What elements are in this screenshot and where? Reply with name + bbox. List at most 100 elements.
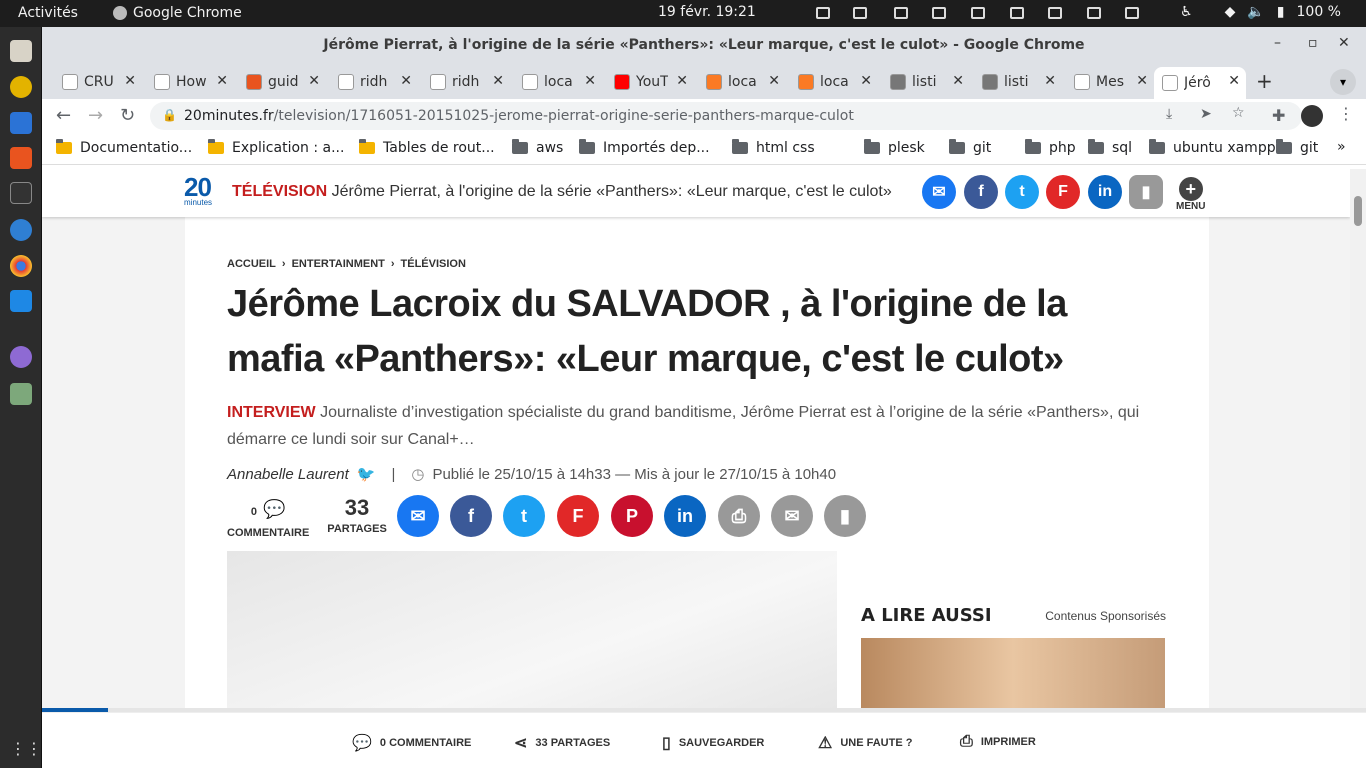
rhythmbox-icon[interactable] bbox=[10, 76, 32, 98]
wifi-icon[interactable]: ◆ bbox=[1225, 4, 1236, 20]
comments-counter[interactable]: 0 💬 COMMENTAIRE bbox=[227, 497, 309, 541]
linkedin-share-icon[interactable]: in bbox=[1088, 175, 1122, 209]
tab-7[interactable]: loca ✕ bbox=[698, 67, 786, 97]
facebook-share-icon[interactable]: f bbox=[450, 495, 492, 537]
tab-11[interactable]: Mes ✕ bbox=[1066, 67, 1154, 97]
close-window-button[interactable]: ✕ bbox=[1338, 35, 1350, 51]
tab-9[interactable]: listi ✕ bbox=[882, 67, 970, 97]
menu-button[interactable]: + MENU bbox=[1176, 177, 1205, 212]
flipboard-share-icon[interactable]: F bbox=[1046, 175, 1080, 209]
close-tab-icon[interactable]: ✕ bbox=[1044, 73, 1056, 89]
bookmark-item[interactable]: sql bbox=[1088, 139, 1132, 156]
bottom-save-button[interactable]: ▯ SAUVEGARDER bbox=[662, 733, 764, 753]
tray-window-icon[interactable] bbox=[971, 7, 985, 19]
tray-window-icon[interactable] bbox=[816, 7, 830, 19]
address-bar[interactable]: 🔒 20minutes.fr/television/1716051-201510… bbox=[150, 102, 1302, 130]
scrollbar-thumb[interactable] bbox=[1354, 196, 1362, 226]
tab-6[interactable]: YouT ✕ bbox=[606, 67, 694, 97]
sponsored-label[interactable]: Contenus Sponsorisés bbox=[1045, 609, 1166, 623]
close-tab-icon[interactable]: ✕ bbox=[308, 73, 320, 89]
terminal-icon[interactable] bbox=[10, 182, 32, 204]
app-icon[interactable] bbox=[10, 346, 32, 368]
clock[interactable]: 19 févr. 19:21 bbox=[658, 4, 756, 20]
tray-window-icon[interactable] bbox=[853, 7, 867, 19]
forward-button[interactable]: → bbox=[88, 105, 103, 126]
close-tab-icon[interactable]: ✕ bbox=[1228, 73, 1240, 89]
breadcrumb-television[interactable]: TÉLÉVISION bbox=[401, 258, 466, 270]
volume-icon[interactable]: 🔈 bbox=[1247, 4, 1264, 20]
bottom-report-error-button[interactable]: ⚠ UNE FAUTE ? bbox=[818, 733, 912, 753]
bookmark-item[interactable]: aws bbox=[512, 139, 563, 156]
minimize-button[interactable]: – bbox=[1274, 35, 1281, 51]
send-icon[interactable]: ➤ bbox=[1200, 106, 1212, 122]
twitter-author-icon[interactable]: 🐦 bbox=[357, 465, 376, 483]
software-icon[interactable] bbox=[10, 147, 32, 169]
tray-window-icon[interactable] bbox=[1087, 7, 1101, 19]
close-tab-icon[interactable]: ✕ bbox=[492, 73, 504, 89]
print-icon[interactable]: ⎙ bbox=[718, 495, 760, 537]
chrome-menu-icon[interactable]: ⋮ bbox=[1338, 104, 1354, 123]
bookmark-item[interactable]: Explication : a... bbox=[208, 139, 344, 156]
twitter-share-icon[interactable]: t bbox=[1005, 175, 1039, 209]
bookmark-item[interactable]: Documentatio... bbox=[56, 139, 192, 156]
reload-button[interactable]: ↻ bbox=[120, 105, 135, 126]
site-logo[interactable]: 20 minutes bbox=[184, 174, 212, 207]
close-tab-icon[interactable]: ✕ bbox=[584, 73, 596, 89]
close-tab-icon[interactable]: ✕ bbox=[216, 73, 228, 89]
page-scrollbar[interactable] bbox=[1350, 169, 1366, 768]
active-app-menu[interactable]: Google Chrome bbox=[113, 5, 242, 21]
tab-5[interactable]: loca ✕ bbox=[514, 67, 602, 97]
back-button[interactable]: ← bbox=[56, 105, 71, 126]
related-thumbnail[interactable] bbox=[861, 638, 1165, 708]
tab-10[interactable]: listi ✕ bbox=[974, 67, 1062, 97]
bookmark-star-icon[interactable]: ☆ bbox=[1232, 105, 1245, 121]
battery-icon[interactable]: ▮ bbox=[1277, 4, 1285, 20]
chrome-dock-icon[interactable] bbox=[10, 255, 32, 277]
facebook-share-icon[interactable]: f bbox=[964, 175, 998, 209]
new-tab-button[interactable]: + bbox=[1256, 69, 1273, 93]
messenger-share-icon[interactable]: ✉ bbox=[397, 495, 439, 537]
breadcrumb-home[interactable]: ACCUEIL bbox=[227, 258, 276, 270]
tray-window-icon[interactable] bbox=[1048, 7, 1062, 19]
tab-12[interactable]: Jérô ✕ bbox=[1154, 67, 1246, 99]
bottom-comments-button[interactable]: 💬 0 COMMENTAIRE bbox=[352, 733, 471, 753]
close-tab-icon[interactable]: ✕ bbox=[124, 73, 136, 89]
breadcrumb-entertainment[interactable]: ENTERTAINMENT bbox=[292, 258, 385, 270]
messenger-share-icon[interactable]: ✉ bbox=[922, 175, 956, 209]
tab-8[interactable]: loca ✕ bbox=[790, 67, 878, 97]
close-tab-icon[interactable]: ✕ bbox=[952, 73, 964, 89]
bookmark-item[interactable]: html css bbox=[732, 139, 815, 156]
help-icon[interactable] bbox=[10, 219, 32, 241]
tab-3[interactable]: ridh ✕ bbox=[330, 67, 418, 97]
bookmark-item[interactable]: git bbox=[949, 139, 991, 156]
bookmark-item[interactable]: git bbox=[1276, 139, 1318, 156]
tray-window-icon[interactable] bbox=[1010, 7, 1024, 19]
bookmark-item[interactable]: Importés dep... bbox=[579, 139, 710, 156]
profile-avatar[interactable] bbox=[1301, 105, 1323, 127]
bottom-print-button[interactable]: ⎙ IMPRIMER bbox=[960, 733, 1036, 751]
tab-4[interactable]: ridh ✕ bbox=[422, 67, 510, 97]
bookmark-item[interactable]: plesk bbox=[864, 139, 925, 156]
tab-2[interactable]: guid ✕ bbox=[238, 67, 326, 97]
show-apps-icon[interactable]: ⋮⋮ bbox=[10, 739, 42, 761]
twitter-share-icon[interactable]: t bbox=[503, 495, 545, 537]
bookmarks-overflow-icon[interactable]: » bbox=[1337, 139, 1346, 155]
writer-icon[interactable] bbox=[10, 112, 32, 134]
close-tab-icon[interactable]: ✕ bbox=[860, 73, 872, 89]
close-tab-icon[interactable]: ✕ bbox=[768, 73, 780, 89]
trash-icon[interactable] bbox=[10, 383, 32, 405]
close-tab-icon[interactable]: ✕ bbox=[676, 73, 688, 89]
close-tab-icon[interactable]: ✕ bbox=[1136, 73, 1148, 89]
tab-0[interactable]: CRU ✕ bbox=[54, 67, 142, 97]
maximize-button[interactable]: ▫ bbox=[1308, 35, 1318, 51]
close-tab-icon[interactable]: ✕ bbox=[400, 73, 412, 89]
extensions-icon[interactable]: ✚ bbox=[1272, 106, 1285, 125]
bookmark-item[interactable]: ubuntu xampp bbox=[1149, 139, 1276, 156]
tray-window-icon[interactable] bbox=[1125, 7, 1139, 19]
install-icon[interactable]: ⤓ bbox=[1166, 106, 1172, 122]
vscode-icon[interactable] bbox=[10, 290, 32, 312]
files-icon[interactable] bbox=[10, 40, 32, 62]
tab-1[interactable]: How ✕ bbox=[146, 67, 234, 97]
flipboard-share-icon[interactable]: F bbox=[557, 495, 599, 537]
tab-search-button[interactable]: ▾ bbox=[1330, 69, 1356, 95]
